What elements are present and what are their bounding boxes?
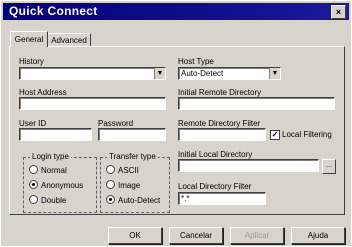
window-title: Quick Connect: [9, 4, 98, 18]
local-filter-field[interactable]: *.*: [178, 192, 266, 205]
host-address-field[interactable]: [19, 97, 166, 110]
tab-general[interactable]: General: [10, 31, 48, 47]
password-field[interactable]: [98, 128, 166, 141]
login-type-title: Login type: [30, 152, 71, 161]
initial-remote-dir-label: Initial Remote Directory: [178, 88, 262, 97]
chevron-down-icon[interactable]: ▼: [269, 68, 280, 79]
remote-filter-field[interactable]: [178, 128, 266, 141]
help-button[interactable]: Ajuda: [291, 227, 345, 244]
quick-connect-dialog: Quick Connect × General Advanced History…: [0, 0, 352, 247]
radio-ascii[interactable]: ASCII: [106, 165, 139, 175]
radio-double[interactable]: Double: [29, 195, 66, 205]
radio-image[interactable]: Image: [106, 180, 140, 190]
host-type-dropdown[interactable]: Auto-Detect ▼: [178, 67, 281, 80]
history-dropdown[interactable]: ▼: [19, 67, 166, 80]
apply-button[interactable]: Aplicar: [230, 227, 284, 244]
cancel-button[interactable]: Cancelar: [169, 227, 223, 244]
host-address-label: Host Address: [19, 88, 67, 97]
tab-advanced[interactable]: Advanced: [47, 33, 91, 47]
radio-auto-detect[interactable]: Auto-Detect: [106, 195, 160, 205]
user-id-label: User ID: [19, 119, 47, 128]
initial-remote-dir-field[interactable]: [178, 97, 335, 110]
ok-button[interactable]: OK: [108, 227, 162, 244]
close-button[interactable]: ×: [331, 5, 346, 19]
browse-button[interactable]: ...: [322, 159, 336, 174]
local-filtering-label: Local Filtering: [282, 130, 332, 139]
remote-filter-label: Remote Directory Filter: [178, 119, 261, 128]
title-bar[interactable]: Quick Connect ×: [3, 3, 349, 20]
radio-normal[interactable]: Normal: [29, 165, 67, 175]
host-type-value: Auto-Detect: [181, 69, 224, 78]
local-filtering-checkbox[interactable]: ✓: [270, 130, 280, 140]
user-id-field[interactable]: [19, 128, 92, 141]
transfer-type-title: Transfer type: [107, 152, 158, 161]
host-type-label: Host Type: [178, 57, 214, 66]
radio-anonymous[interactable]: Anonymous: [29, 180, 83, 190]
history-label: History: [19, 57, 44, 66]
initial-local-dir-label: Initial Local Directory: [178, 150, 253, 159]
chevron-down-icon[interactable]: ▼: [154, 68, 165, 79]
local-filter-label: Local Directory Filter: [178, 182, 252, 191]
initial-local-dir-field[interactable]: [178, 159, 319, 172]
password-label: Password: [98, 119, 134, 128]
